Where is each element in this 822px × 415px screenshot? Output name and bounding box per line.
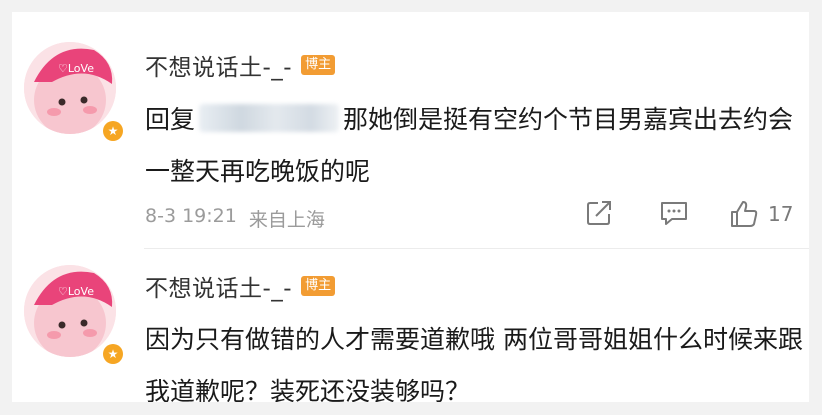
comment-text: 因为只有做错的人才需要道歉哦 两位哥哥姐姐什么时候来跟我道歉呢？装死还没装够吗？ bbox=[145, 325, 803, 402]
blogger-badge: 博主 bbox=[301, 276, 336, 296]
username[interactable]: 不想说话土-_- bbox=[145, 269, 292, 303]
username[interactable]: 不想说话土-_- bbox=[145, 48, 292, 82]
comment-actions: 17 bbox=[578, 198, 809, 232]
comment-item: ♡LoVe ★ 不想说话土-_- 博主 回复 那她倒是挺有空约个节目男嘉宾出去约会… bbox=[12, 12, 809, 248]
comment-date: 8-3 19:21 bbox=[145, 205, 237, 227]
verified-star-icon: ★ bbox=[103, 344, 123, 364]
comment-button[interactable] bbox=[658, 198, 690, 228]
verified-badge: ★ bbox=[100, 341, 126, 367]
comment-location: 来自上海 bbox=[248, 209, 325, 231]
comment-header: 不想说话土-_- 博主 bbox=[145, 269, 336, 303]
blogger-badge: 博主 bbox=[301, 55, 336, 75]
verified-star-icon: ★ bbox=[103, 121, 123, 141]
comment-text: 回复 那她倒是挺有空约个节目男嘉宾出去约会一整天再吃晚饭的呢 bbox=[145, 94, 805, 198]
blurred-mention bbox=[199, 104, 340, 132]
reply-prefix: 回复 bbox=[145, 105, 196, 134]
avatar[interactable]: ♡LoVe ★ bbox=[24, 42, 126, 144]
comment-icon bbox=[661, 202, 687, 225]
svg-text:♡LoVe: ♡LoVe bbox=[58, 62, 94, 75]
like-count: 17 bbox=[768, 202, 794, 226]
comment-meta: 8-3 19:21 来自上海 bbox=[145, 205, 325, 232]
avatar[interactable]: ♡LoVe ★ bbox=[24, 265, 126, 367]
avatar-image: ♡LoVe bbox=[24, 42, 116, 134]
verified-badge: ★ bbox=[100, 118, 126, 144]
comment-item: ♡LoVe ★ 不想说话土-_- 博主 因为只有做错的人才需要道歉哦 两位哥哥姐… bbox=[12, 249, 809, 402]
comment-header: 不想说话土-_- 博主 bbox=[145, 48, 336, 82]
comment-list: ♡LoVe ★ 不想说话土-_- 博主 回复 那她倒是挺有空约个节目男嘉宾出去约会… bbox=[12, 12, 809, 402]
avatar-image: ♡LoVe bbox=[24, 265, 116, 357]
svg-text:♡LoVe: ♡LoVe bbox=[58, 285, 94, 298]
thumbs-up-icon bbox=[731, 201, 758, 227]
like-button[interactable]: 17 bbox=[728, 198, 793, 230]
share-icon bbox=[587, 201, 611, 225]
share-button[interactable] bbox=[584, 198, 614, 228]
